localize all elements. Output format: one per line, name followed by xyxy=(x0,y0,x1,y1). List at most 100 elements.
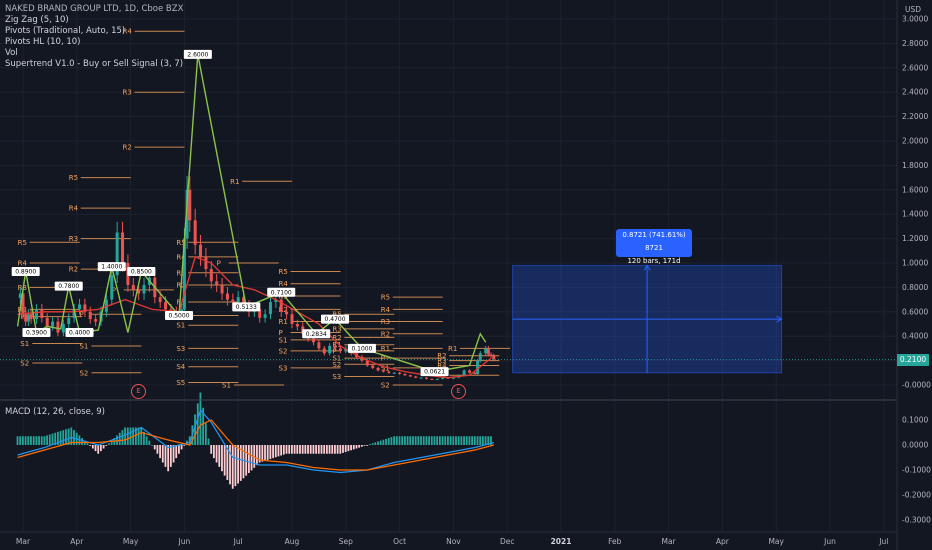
earnings-marker[interactable]: E xyxy=(451,384,466,399)
measure-box[interactable] xyxy=(512,264,783,374)
chart-canvas[interactable]: R4R3R2R1R5R4R3R2R5R4R3R2R5R4R3R2R1PS1S3S… xyxy=(0,0,932,550)
candle-body xyxy=(441,377,445,379)
macd-histogram-bar xyxy=(412,436,414,445)
candle-body xyxy=(29,314,33,320)
macd-histogram-bar xyxy=(91,445,94,449)
macd-histogram-bar xyxy=(479,436,482,445)
macd-histogram-bar xyxy=(86,443,89,445)
pivot-label: R5 xyxy=(279,268,288,276)
macd-histogram-bar xyxy=(51,433,54,445)
pivot-label: R3 xyxy=(332,325,341,333)
price-tick-label: 3.0000 xyxy=(902,15,928,24)
indicator-volume[interactable]: Vol xyxy=(5,48,183,59)
candle-body xyxy=(489,354,493,356)
macd-histogram-bar xyxy=(417,436,420,445)
macd-histogram-bar xyxy=(315,445,318,454)
macd-histogram-bar xyxy=(215,445,218,463)
macd-histogram-bar xyxy=(89,445,92,446)
macd-histogram-bar xyxy=(204,423,207,445)
macd-histogram-bar xyxy=(277,445,280,457)
candle-body xyxy=(414,376,418,378)
macd-histogram-bar xyxy=(164,445,167,467)
candle-body xyxy=(473,372,477,375)
macd-histogram-bar xyxy=(48,434,51,445)
zigzag-label: 0.8500 xyxy=(131,269,152,276)
macd-histogram-bar xyxy=(59,431,62,445)
macd-histogram-bar xyxy=(234,445,237,487)
candle-body xyxy=(199,244,203,257)
pivot-label: R5 xyxy=(381,294,390,302)
macd-histogram-bar xyxy=(430,436,433,445)
pivot-label: R5 xyxy=(18,239,27,247)
macd-histogram-bar xyxy=(210,445,213,454)
macd-histogram-bar xyxy=(140,427,143,445)
macd-histogram-bar xyxy=(212,445,215,459)
candle-body xyxy=(193,220,197,245)
macd-histogram-bar xyxy=(355,445,358,449)
symbol-title[interactable]: NAKED BRAND GROUP LTD, 1D, Cboe BZX xyxy=(5,4,183,15)
macd-histogram-bar xyxy=(285,445,288,454)
macd-histogram-bar xyxy=(19,436,22,445)
price-tick-label: -0.0000 xyxy=(902,381,931,390)
time-tick-label: Jun xyxy=(178,537,191,546)
macd-histogram-bar xyxy=(272,445,274,459)
macd-histogram-bar xyxy=(65,429,67,445)
indicator-pivots-hl[interactable]: Pivots HL (10, 10) xyxy=(5,37,183,48)
pivot-label: S1 xyxy=(279,336,288,344)
macd-histogram-bar xyxy=(296,445,299,454)
zigzag-label: 1.4000 xyxy=(101,264,122,271)
macd-histogram-bar xyxy=(342,445,344,453)
price-tick-label: 2.2000 xyxy=(902,112,928,121)
pivot-label: R4 xyxy=(69,205,79,213)
time-tick-label: Aug xyxy=(285,537,300,546)
zigzag-label: 0.1000 xyxy=(351,345,372,352)
macd-histogram-bar xyxy=(62,430,65,445)
candle-body xyxy=(56,321,60,333)
candle-body xyxy=(486,348,490,355)
macd-histogram-bar xyxy=(331,445,334,454)
pivot-label: R3 xyxy=(381,318,390,326)
macd-histogram-bar xyxy=(317,445,320,454)
price-tick-label: 1.8000 xyxy=(902,161,928,170)
candle-body xyxy=(419,377,423,379)
macd-histogram-bar xyxy=(282,445,285,455)
macd-histogram-bar xyxy=(307,445,309,454)
macd-histogram-bar xyxy=(352,445,355,450)
indicator-zigzag[interactable]: Zig Zag (5, 10) xyxy=(5,15,183,26)
macd-legend[interactable]: MACD (12, 26, close, 9) xyxy=(5,407,105,417)
earnings-marker[interactable]: E xyxy=(131,384,146,399)
macd-histogram-bar xyxy=(22,436,24,445)
pivot-label: S2 xyxy=(20,360,29,368)
macd-histogram-bar xyxy=(371,443,374,445)
candle-body xyxy=(398,372,402,375)
pivot-label: S3 xyxy=(279,364,288,372)
macd-histogram-bar xyxy=(161,445,164,463)
candle-body xyxy=(188,189,192,221)
pivot-label: R2 xyxy=(381,330,390,338)
candle-body xyxy=(26,314,30,322)
candle-body xyxy=(94,319,98,322)
macd-histogram-bar xyxy=(452,436,455,445)
macd-histogram-bar xyxy=(366,445,369,446)
indicator-pivots[interactable]: Pivots (Traditional, Auto, 15) xyxy=(5,26,183,37)
candle-body xyxy=(142,284,146,294)
macd-histogram-bar xyxy=(293,445,296,454)
candle-body xyxy=(209,269,213,282)
macd-histogram-bar xyxy=(436,436,439,445)
macd-histogram-bar xyxy=(261,445,264,462)
macd-histogram-bar xyxy=(38,436,40,445)
macd-histogram-bar xyxy=(457,436,460,445)
macd-histogram-bar xyxy=(358,445,361,448)
macd-histogram-bar xyxy=(156,445,159,454)
candle-body xyxy=(435,378,439,380)
macd-histogram-bar xyxy=(471,436,474,445)
macd-histogram-bar xyxy=(309,445,312,454)
candle-body xyxy=(462,370,466,376)
macd-histogram-bar xyxy=(406,436,409,445)
zigzag-label: 0.5133 xyxy=(236,304,257,311)
time-tick-label: Mar xyxy=(662,537,677,546)
indicator-supertrend[interactable]: Supertrend V1.0 - Buy or Sell Signal (3,… xyxy=(5,59,183,70)
macd-histogram-bar xyxy=(387,438,390,445)
macd-histogram-bar xyxy=(250,445,253,471)
macd-histogram-bar xyxy=(256,445,258,466)
